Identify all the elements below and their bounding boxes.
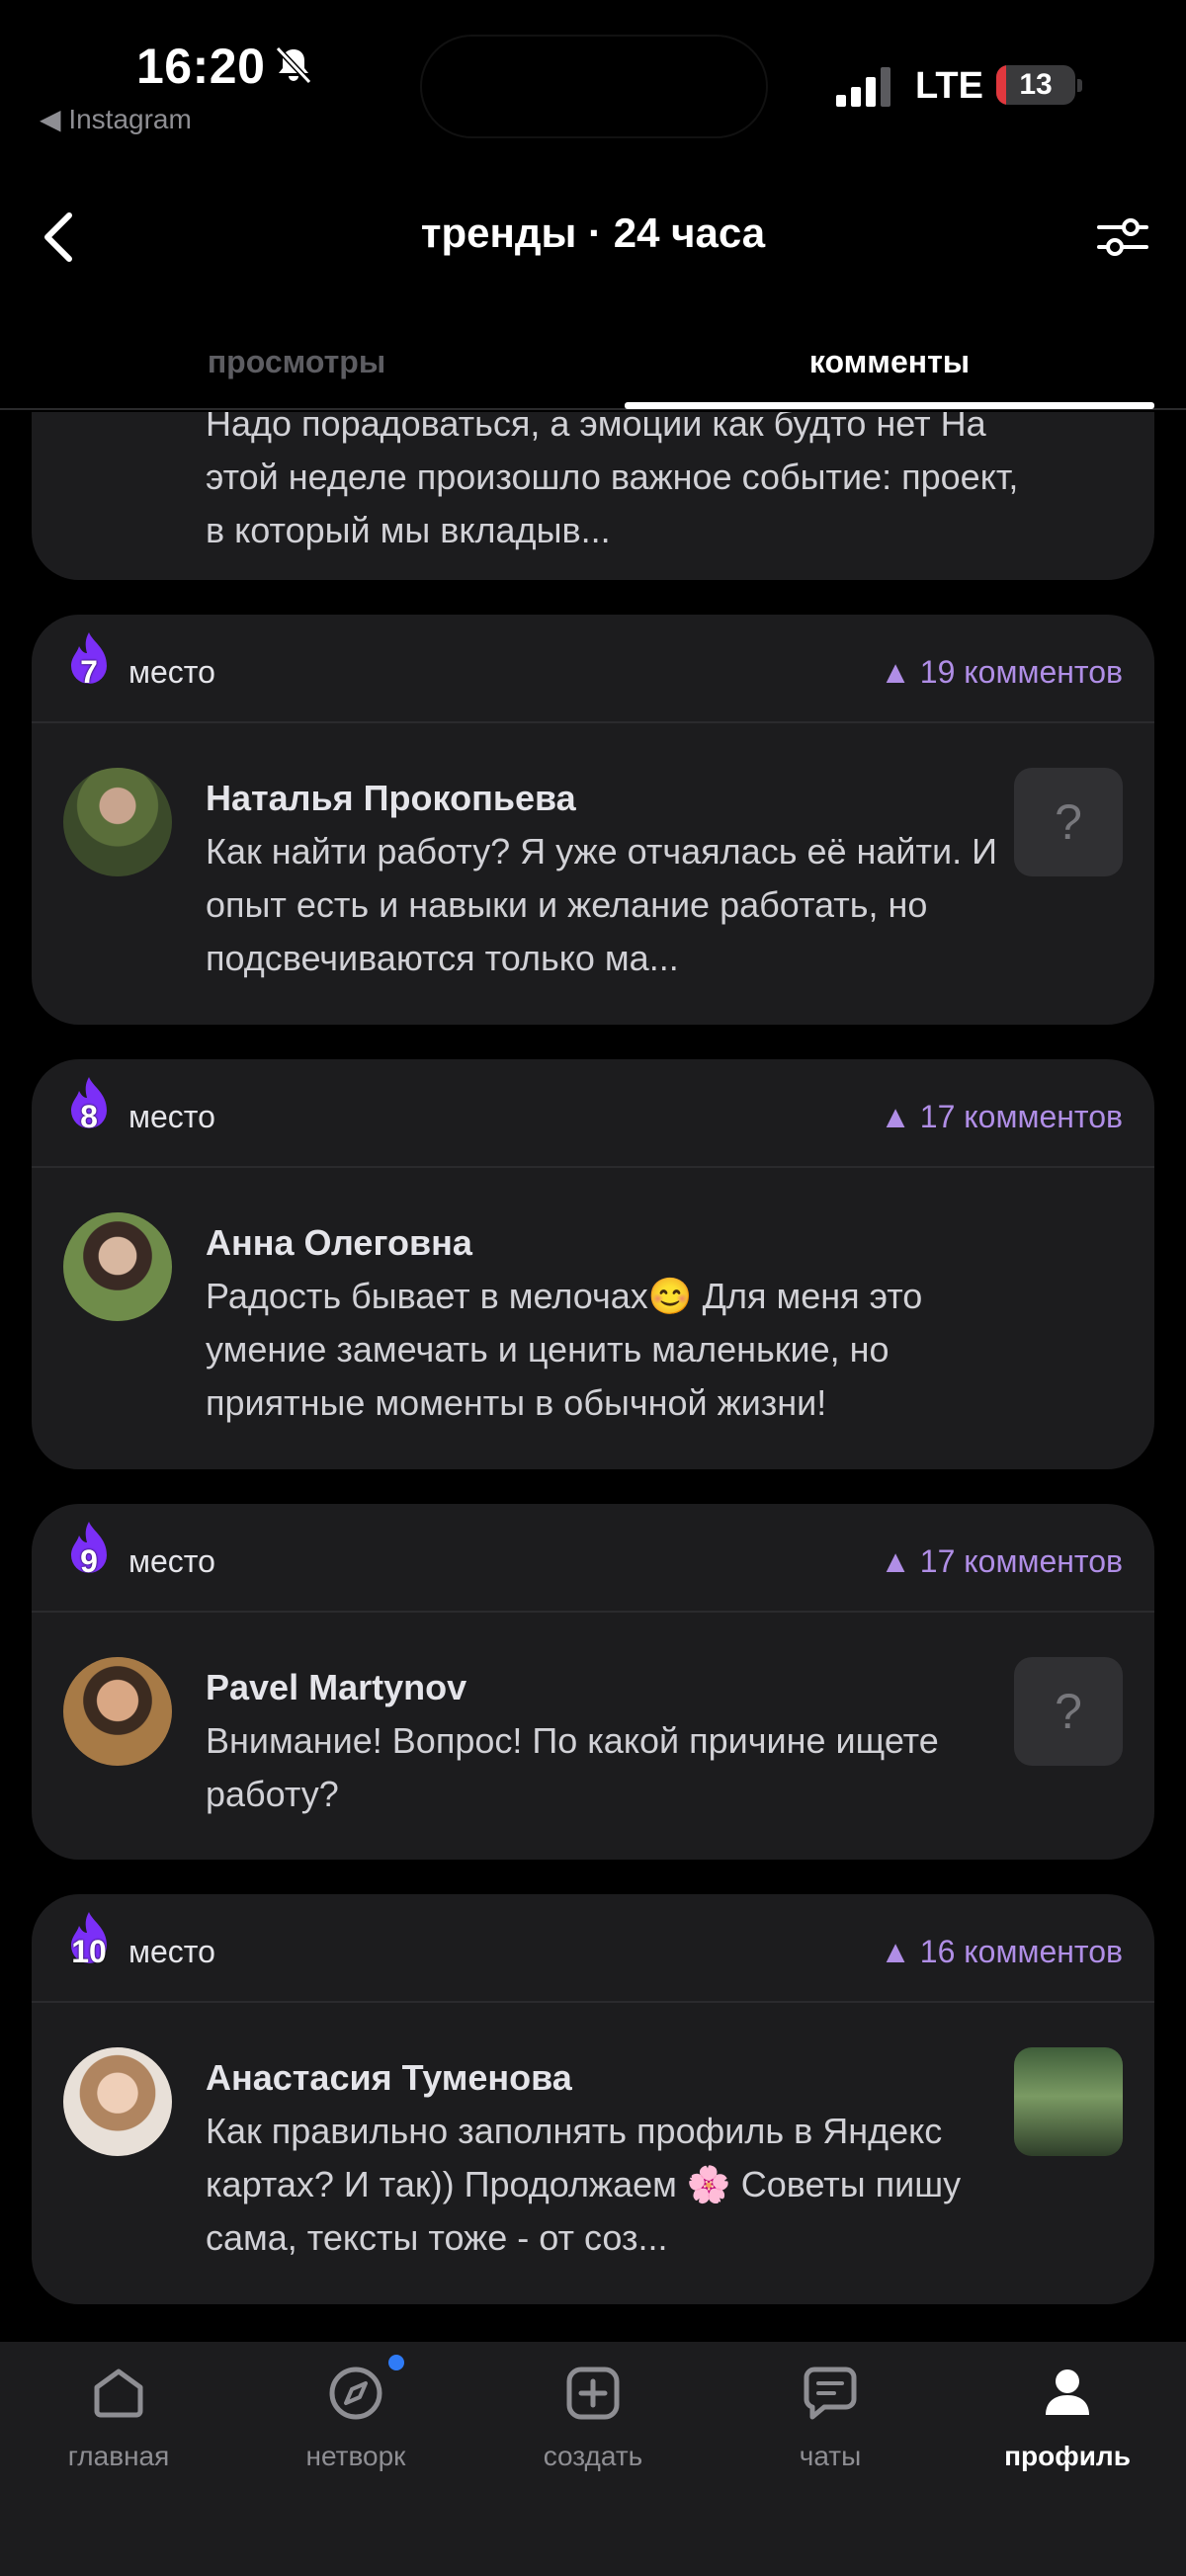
card-header: 7 место ▲ 19 комментов <box>32 615 1154 723</box>
place-label: место <box>128 1934 215 1969</box>
back-to-app-link[interactable]: ◀ Instagram <box>40 103 192 135</box>
tab-bar: просмотры комменты <box>0 326 1186 410</box>
network-type: LTE <box>915 65 983 107</box>
trend-card-partial[interactable]: Надо порадоваться, а эмоции как будто не… <box>32 412 1154 580</box>
place-label: место <box>128 1099 215 1134</box>
rank-number: 8 <box>80 1099 98 1134</box>
chat-icon <box>804 2367 857 2420</box>
profile-icon <box>1046 2369 1089 2415</box>
nav-profile[interactable]: профиль <box>949 2342 1186 2500</box>
avatar[interactable] <box>63 1657 172 1766</box>
post-text: Как правильно заполнять профиль в Яндекс… <box>206 2111 962 2258</box>
tab-views[interactable]: просмотры <box>0 344 593 380</box>
comments-count-text: 17 комментов <box>919 1543 1123 1579</box>
comments-count-text: 16 комментов <box>919 1934 1123 1969</box>
signal-icon <box>836 67 890 107</box>
nav-chats-label: чаты <box>799 2441 862 2471</box>
avatar[interactable] <box>63 2047 172 2156</box>
author-name[interactable]: Pavel Martynov <box>206 1667 466 1708</box>
post-text: Надо порадоваться, а эмоции как будто не… <box>206 412 1019 550</box>
trend-card[interactable]: 9 место ▲ 17 комментов Pavel Martynov Вн… <box>32 1504 1154 1860</box>
post-text: Внимание! Вопрос! По какой причине ищете… <box>206 1720 939 1814</box>
compass-icon <box>329 2367 382 2420</box>
comments-count-text: 17 комментов <box>919 1099 1123 1134</box>
comments-count-text: 19 комментов <box>919 654 1123 690</box>
trend-card[interactable]: 7 место ▲ 19 комментов Наталья Прокопьев… <box>32 615 1154 1025</box>
nav-create[interactable]: создать <box>474 2342 712 2500</box>
card-header: 8 место ▲ 17 комментов <box>32 1059 1154 1168</box>
rank-number: 7 <box>80 654 98 690</box>
author-name[interactable]: Анастасия Туменова <box>206 2057 572 2099</box>
rank-number: 10 <box>71 1934 107 1969</box>
nav-network-label: нетворк <box>305 2441 406 2471</box>
filter-sliders-icon[interactable] <box>1093 208 1152 267</box>
nav-profile-label: профиль <box>1004 2441 1131 2471</box>
dynamic-island <box>420 35 768 138</box>
comments-count: ▲ 17 комментов <box>880 1099 1123 1134</box>
battery-percent: 13 <box>1019 68 1053 101</box>
status-time: 16:20 <box>136 39 266 94</box>
avatar[interactable] <box>63 768 172 876</box>
nav-home[interactable]: главная <box>0 2342 237 2500</box>
place-label: место <box>128 1543 215 1579</box>
nav-chats[interactable]: чаты <box>712 2342 949 2500</box>
avatar[interactable] <box>63 1212 172 1321</box>
place-label: место <box>128 654 215 690</box>
trending-feed[interactable]: Надо порадоваться, а эмоции как будто не… <box>0 412 1186 2342</box>
author-name[interactable]: Анна Олеговна <box>206 1222 472 1264</box>
trend-card[interactable]: 10 место ▲ 16 комментов Анастасия Тумено… <box>32 1894 1154 2304</box>
battery-cap <box>1077 79 1082 92</box>
question-thumbnail[interactable]: ? <box>1014 1657 1123 1766</box>
home-icon <box>94 2368 143 2418</box>
bell-muted-icon <box>275 45 312 85</box>
post-thumbnail[interactable] <box>1014 2047 1123 2156</box>
author-name[interactable]: Наталья Прокопьева <box>206 778 576 819</box>
rank-number: 9 <box>80 1543 98 1579</box>
tab-active-indicator <box>625 402 1154 409</box>
bottom-nav: главная нетворк создать чаты профиль <box>0 2342 1186 2576</box>
card-header: 9 место ▲ 17 комментов <box>32 1504 1154 1613</box>
header: тренды · 24 часа <box>0 188 1186 287</box>
comments-count: ▲ 17 комментов <box>880 1543 1123 1579</box>
status-bar: 16:20 ◀ Instagram LTE 13 <box>0 0 1186 158</box>
screen: 16:20 ◀ Instagram LTE 13 тренды · 24 час… <box>0 0 1186 2576</box>
card-header: 10 место ▲ 16 комментов <box>32 1894 1154 2003</box>
page-title: тренды · 24 часа <box>420 209 766 256</box>
comments-count: ▲ 16 комментов <box>880 1934 1123 1969</box>
nav-create-label: создать <box>543 2441 643 2471</box>
post-text: Как найти работу? Я уже отчаялась её най… <box>206 831 997 978</box>
nav-network[interactable]: нетворк <box>237 2342 474 2500</box>
nav-home-label: главная <box>67 2441 170 2471</box>
question-thumbnail[interactable]: ? <box>1014 768 1123 876</box>
tab-comments[interactable]: комменты <box>593 344 1186 380</box>
trend-card[interactable]: 8 место ▲ 17 комментов Анна Олеговна Рад… <box>32 1059 1154 1469</box>
plus-square-icon <box>566 2367 620 2420</box>
battery-indicator: 13 <box>996 65 1075 105</box>
post-text: Радость бывает в мелочах😊 Для меня это у… <box>206 1276 923 1423</box>
notification-dot <box>388 2355 404 2370</box>
comments-count: ▲ 19 комментов <box>880 654 1123 690</box>
